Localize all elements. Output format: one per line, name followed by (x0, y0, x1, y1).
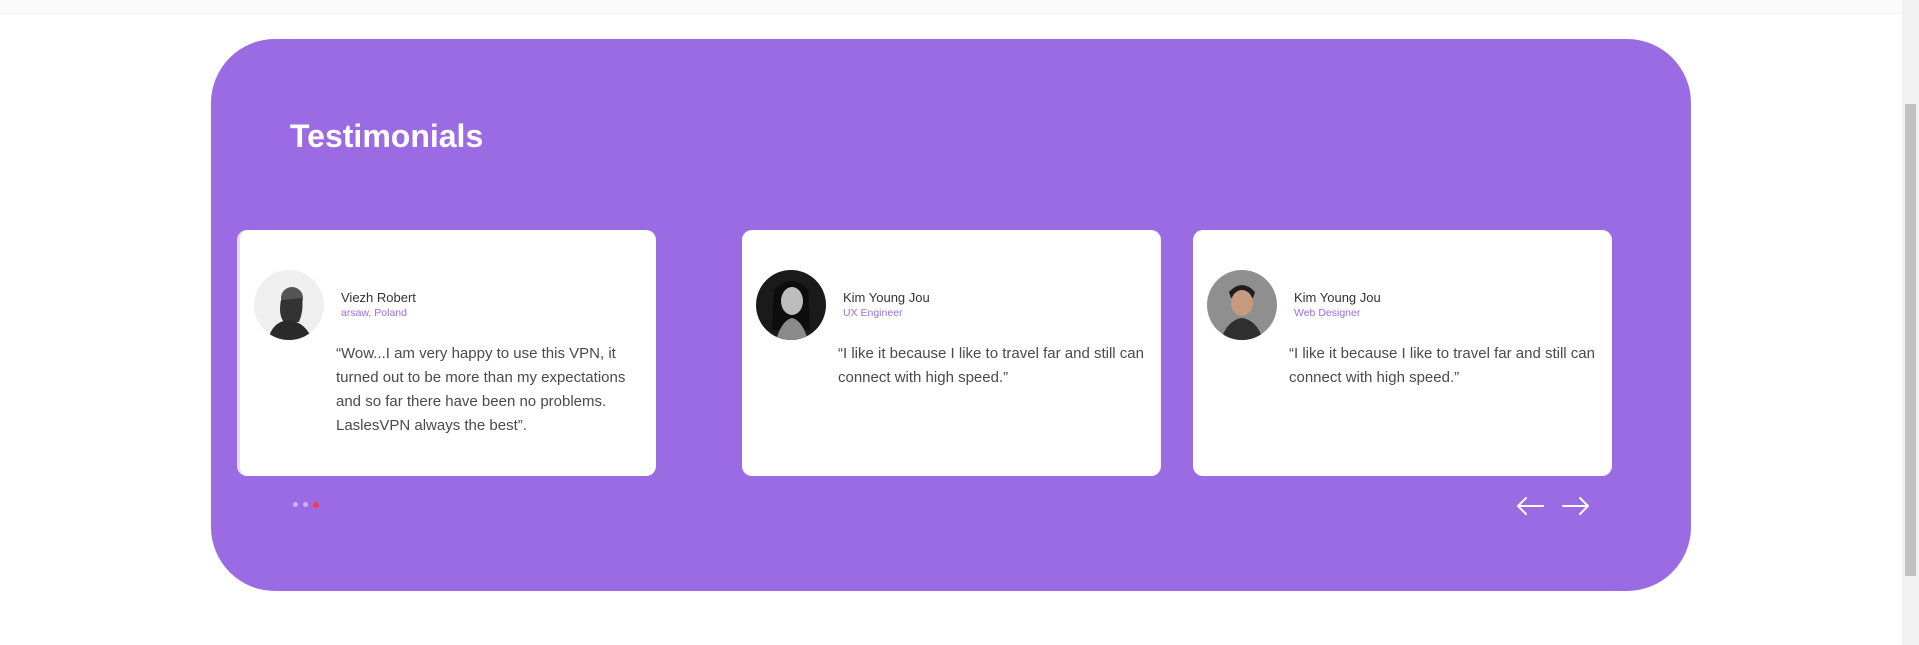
testimonial-card: Kim Young Jou Web Designer “I like it be… (1193, 230, 1612, 476)
testimonial-quote: “I like it because I like to travel far … (1289, 345, 1595, 386)
testimonial-quote: “Wow...I am very happy to use this VPN, … (336, 345, 626, 434)
pagination-dot[interactable] (303, 502, 308, 507)
author-name: Kim Young Jou (1294, 290, 1381, 305)
carousel-pagination (293, 502, 319, 508)
section-title: Testimonials (290, 118, 484, 154)
prev-button[interactable] (1515, 495, 1545, 517)
scrollbar-thumb[interactable] (1905, 104, 1916, 576)
next-button[interactable] (1561, 495, 1591, 517)
avatar (254, 270, 324, 340)
testimonial-quote: “I like it because I like to travel far … (838, 345, 1144, 386)
author-location: arsaw, Poland (341, 307, 407, 319)
arrow-right-icon (1562, 497, 1589, 515)
carousel-nav (1515, 495, 1591, 517)
page-scrollbar[interactable] (1902, 0, 1919, 645)
pagination-dot[interactable] (293, 502, 298, 507)
testimonials-section: Testimonials Viezh Robert arsaw, Poland … (211, 39, 1691, 591)
pagination-dot-active[interactable] (313, 502, 319, 508)
testimonial-card: Viezh Robert arsaw, Poland “Wow...I am v… (237, 230, 656, 476)
arrow-left-icon (1517, 497, 1544, 515)
top-edge (0, 0, 1902, 14)
avatar (1207, 270, 1277, 340)
avatar (756, 270, 826, 340)
testimonial-card: Kim Young Jou UX Engineer “I like it bec… (742, 230, 1161, 476)
author-role: UX Engineer (843, 307, 903, 319)
author-role: Web Designer (1294, 307, 1361, 319)
author-name: Kim Young Jou (843, 290, 930, 305)
author-name: Viezh Robert (341, 290, 416, 305)
